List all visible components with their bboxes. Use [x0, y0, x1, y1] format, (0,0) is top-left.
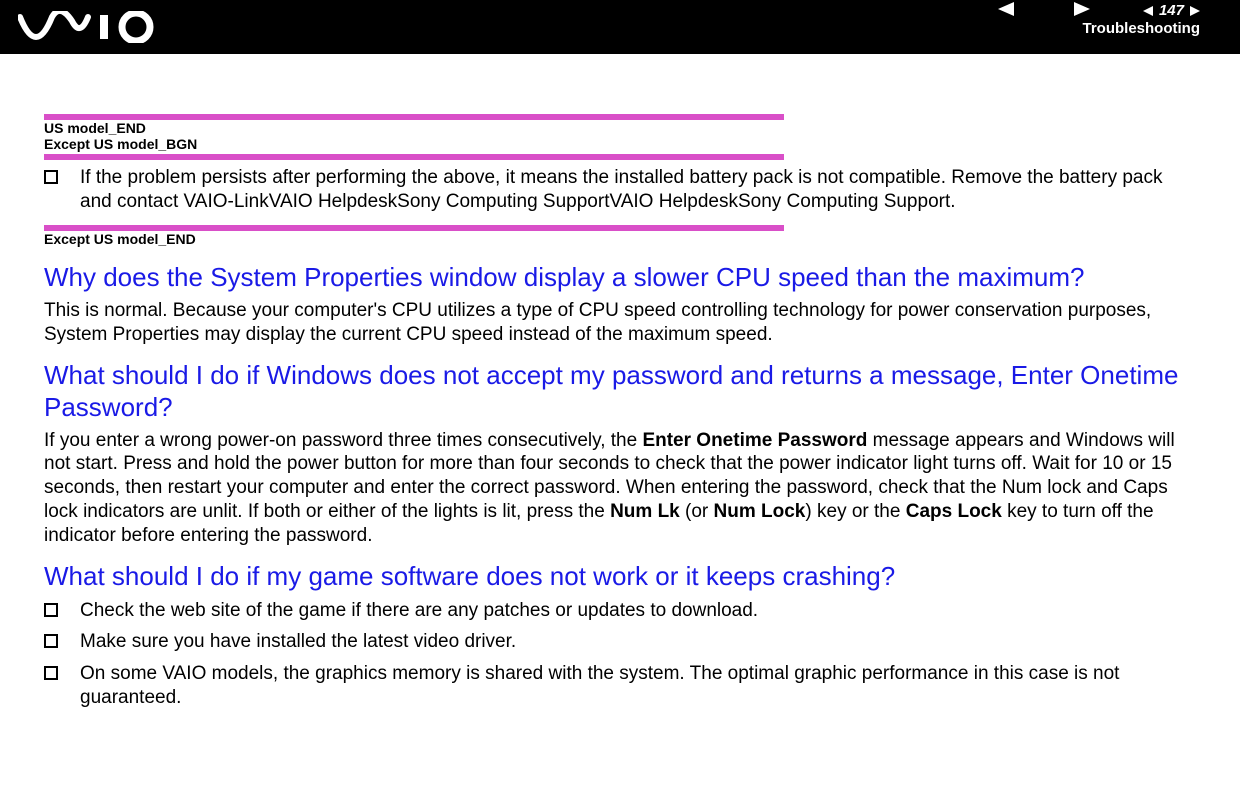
bullet-icon — [44, 666, 58, 680]
nav-next-icon[interactable] — [1074, 2, 1090, 16]
page-content: US model_END Except US model_BGN If the … — [0, 54, 1240, 710]
bullet-icon — [44, 603, 58, 617]
faq-heading: Why does the System Properties window di… — [44, 262, 1196, 293]
marker-group-1: US model_END Except US model_BGN — [44, 114, 1196, 160]
section-label: Troubleshooting — [1083, 20, 1201, 38]
header-bar: 147 Troubleshooting — [0, 0, 1240, 54]
bullet-icon — [44, 634, 58, 648]
marker-text: US model_END — [44, 121, 1196, 136]
marker-group-2: Except US model_END — [44, 225, 1196, 247]
text-bold: Num Lock — [714, 501, 806, 522]
page-prev-mini-icon[interactable] — [1143, 6, 1153, 16]
header-right: 147 Troubleshooting — [1083, 2, 1201, 38]
marker-text: Except US model_BGN — [44, 137, 1196, 152]
nav-arrows — [998, 2, 1090, 16]
text-fragment: ) key or the — [805, 501, 905, 522]
marker-text: Except US model_END — [44, 232, 1196, 247]
bullet-text: If the problem persists after performing… — [80, 166, 1196, 214]
bullet-text: Make sure you have installed the latest … — [80, 630, 1196, 654]
faq-body: This is normal. Because your computer's … — [44, 299, 1196, 347]
list-item: If the problem persists after performing… — [44, 166, 1196, 214]
nav-prev-icon[interactable] — [998, 2, 1014, 16]
bullet-icon — [44, 170, 58, 184]
faq-body: If you enter a wrong power-on password t… — [44, 429, 1196, 548]
list-item: Check the web site of the game if there … — [44, 599, 1196, 623]
text-bold: Caps Lock — [906, 501, 1002, 522]
text-bold: Num Lk — [610, 501, 680, 522]
faq-heading: What should I do if my game software doe… — [44, 561, 1196, 592]
text-fragment: (or — [680, 501, 714, 522]
list-item: Make sure you have installed the latest … — [44, 630, 1196, 654]
vaio-logo — [18, 11, 164, 43]
text-bold: Enter Onetime Password — [642, 430, 867, 451]
text-fragment: If you enter a wrong power-on password t… — [44, 430, 642, 451]
page-number: 147 — [1159, 2, 1184, 20]
bullet-text: On some VAIO models, the graphics memory… — [80, 662, 1196, 710]
marker-bar — [44, 114, 784, 120]
page-next-mini-icon[interactable] — [1190, 6, 1200, 16]
list-item: On some VAIO models, the graphics memory… — [44, 662, 1196, 710]
marker-bar — [44, 154, 784, 160]
bullet-text: Check the web site of the game if there … — [80, 599, 1196, 623]
faq-heading: What should I do if Windows does not acc… — [44, 360, 1196, 422]
